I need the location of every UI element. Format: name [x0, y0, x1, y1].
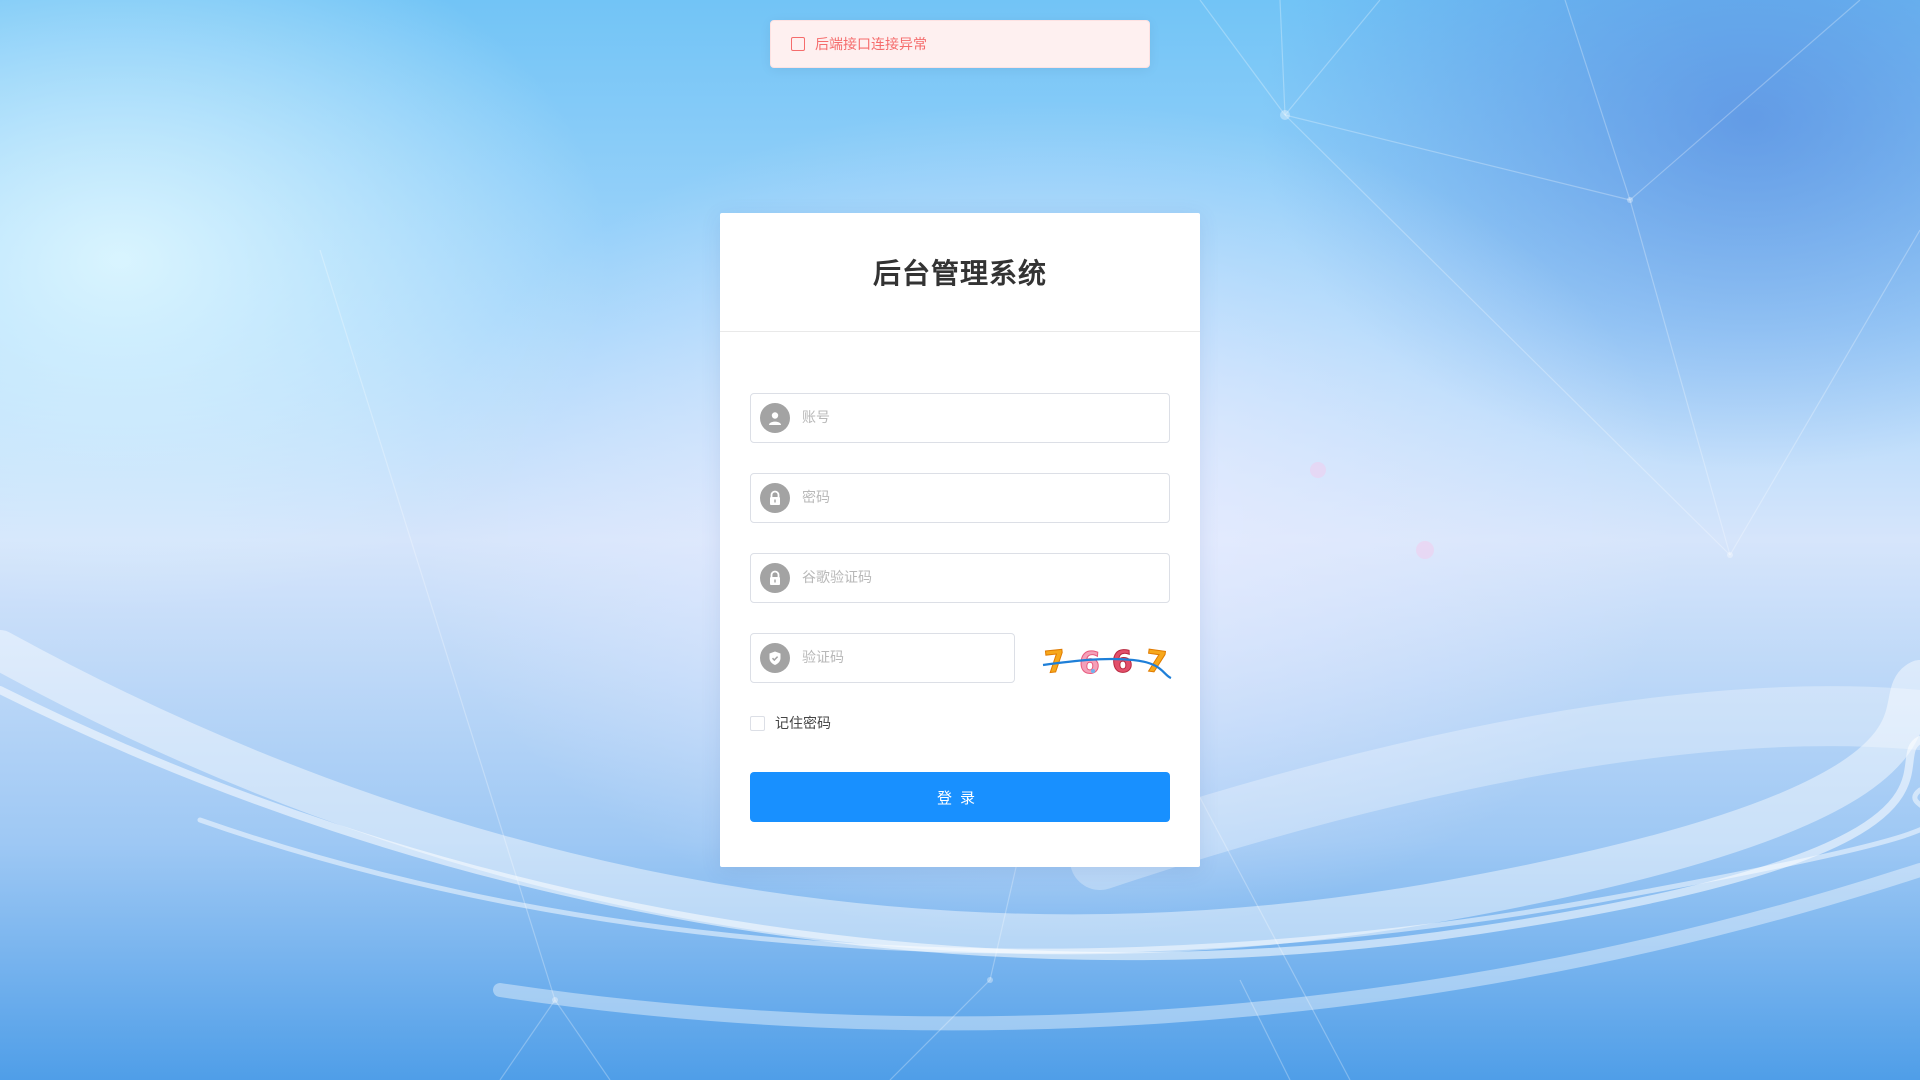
password-field — [750, 473, 1170, 523]
error-icon — [791, 37, 805, 51]
remember-password-label: 记住密码 — [775, 716, 831, 732]
google-code-input[interactable] — [800, 557, 1169, 599]
page-title: 后台管理系统 — [872, 257, 1047, 290]
checkbox-box[interactable] — [750, 715, 765, 731]
user-icon — [760, 403, 790, 433]
error-toast: 后端接口连接异常 — [770, 20, 1150, 68]
captcha-input[interactable] — [800, 637, 1014, 679]
password-input[interactable] — [800, 477, 1169, 519]
error-message: 后端接口连接异常 — [815, 37, 927, 53]
lock-icon — [760, 563, 790, 593]
captcha-field — [750, 633, 1015, 683]
login-button[interactable]: 登录 — [750, 772, 1170, 822]
remember-password-checkbox[interactable]: 记住密码 — [750, 713, 831, 733]
lock-icon — [760, 483, 790, 513]
username-input[interactable] — [800, 397, 1169, 439]
card-header: 后台管理系统 — [720, 213, 1200, 332]
shield-icon — [760, 643, 790, 673]
username-field — [750, 393, 1170, 443]
captcha-char: 6 — [1078, 645, 1101, 681]
captcha-char: 6 — [1111, 644, 1134, 680]
login-card: 后台管理系统 7 6 6 7 — [720, 213, 1200, 867]
google-code-field — [750, 553, 1170, 603]
captcha-image[interactable]: 7 6 6 7 — [1033, 635, 1173, 685]
